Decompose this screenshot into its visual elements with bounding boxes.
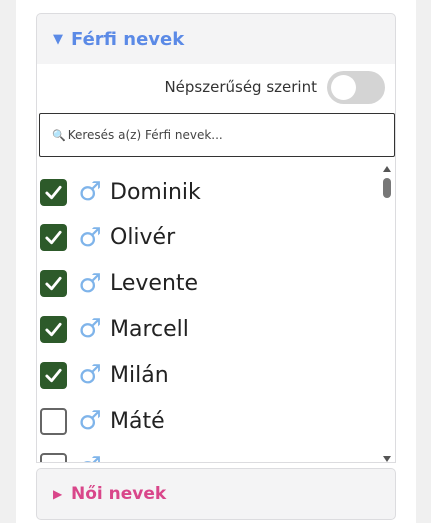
- name-label: Olivér: [110, 225, 176, 251]
- men-section-header[interactable]: ▼ Férfi nevek: [36, 13, 396, 65]
- search-icon: 🔍: [52, 128, 66, 142]
- women-section-title: Női nevek: [71, 484, 167, 504]
- scrollbar[interactable]: [381, 166, 393, 462]
- checkmark-icon: [45, 368, 62, 382]
- male-icon: ♂: [78, 222, 102, 253]
- male-icon: ♂: [78, 406, 102, 436]
- checkbox-unchecked[interactable]: [40, 453, 67, 462]
- male-icon: ♂: [76, 454, 104, 462]
- checkbox-checked[interactable]: [40, 315, 67, 343]
- checkbox-checked[interactable]: [40, 178, 67, 206]
- triangle-right-icon: ▶: [53, 487, 63, 501]
- name-label: Máté: [110, 408, 165, 434]
- checkbox-checked[interactable]: [40, 270, 67, 298]
- list-item[interactable]: ♂ Máté: [40, 401, 165, 441]
- checkbox-checked[interactable]: [40, 361, 67, 389]
- male-icon: ♂: [78, 360, 102, 391]
- list-item[interactable]: ♂: [40, 447, 110, 462]
- toggle-knob: [331, 74, 356, 100]
- checkmark-icon: [45, 185, 62, 199]
- scrollbar-thumb[interactable]: [383, 178, 391, 198]
- name-label: Levente: [110, 271, 199, 297]
- list-item[interactable]: ♂ Marcell: [40, 309, 189, 349]
- male-icon: ♂: [78, 177, 102, 207]
- scroll-up-arrow-icon[interactable]: [383, 166, 391, 172]
- list-item[interactable]: ♂ Dominik: [40, 172, 201, 212]
- name-label: Dominik: [110, 179, 201, 205]
- checkmark-icon: [45, 231, 62, 245]
- sort-label: Népszerűség szerint: [164, 78, 317, 96]
- names-panel: ▼ Férfi nevek Népszerűség szerint 🔍 ♂ Dom…: [16, 0, 416, 523]
- checkbox-unchecked[interactable]: [40, 407, 67, 435]
- scroll-down-arrow-icon[interactable]: [383, 456, 391, 462]
- checkmark-icon: [45, 322, 62, 337]
- checkbox-checked[interactable]: [40, 224, 67, 252]
- popularity-toggle[interactable]: [327, 70, 385, 104]
- women-section-header[interactable]: ▶ Női nevek: [36, 468, 396, 520]
- name-label: Marcell: [110, 316, 189, 342]
- checkmark-icon: [45, 276, 62, 291]
- triangle-down-icon: ▼: [53, 31, 63, 47]
- men-section-title: Férfi nevek: [71, 28, 185, 50]
- male-icon: ♂: [78, 314, 102, 345]
- search-input[interactable]: [67, 128, 368, 142]
- sort-row: Népszerűség szerint: [164, 70, 385, 104]
- list-item[interactable]: ♂ Milán: [40, 355, 169, 395]
- men-section-body: Népszerűség szerint 🔍 ♂ Dominik ♂ Olivér ♂ Le…: [36, 64, 396, 463]
- search-box[interactable]: 🔍: [39, 113, 395, 157]
- list-item[interactable]: ♂ Levente: [40, 264, 198, 304]
- name-list: ♂ Dominik ♂ Olivér ♂ Levente ♂ Marcell ♂ Milán ♂ Má…: [37, 172, 382, 462]
- male-icon: ♂: [78, 268, 102, 299]
- list-item[interactable]: ♂ Olivér: [40, 218, 175, 258]
- name-label: Milán: [110, 362, 169, 388]
